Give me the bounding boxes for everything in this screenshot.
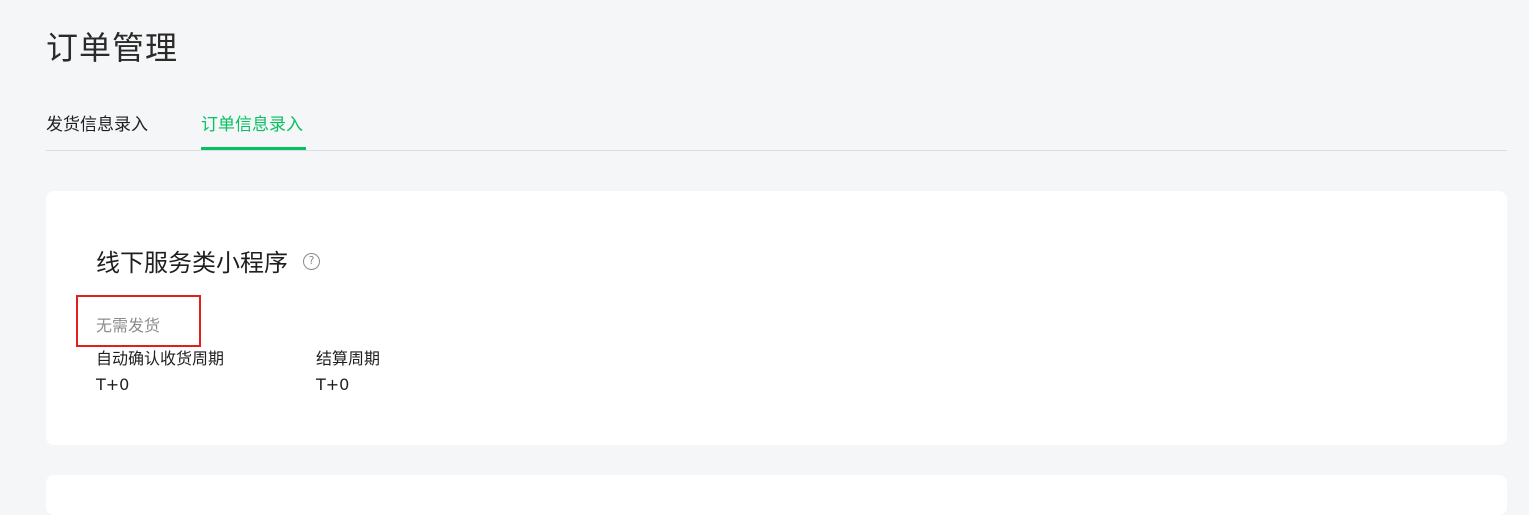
shipping-status-text: 无需发货 [96,316,161,335]
active-tab-underline [201,147,306,150]
tab-shipping-info-entry[interactable]: 发货信息录入 [46,113,148,137]
question-circle-icon[interactable]: ? [303,253,320,270]
card-title: 线下服务类小程序 [96,249,288,277]
page-title: 订单管理 [46,29,179,67]
tab-order-info-entry[interactable]: 订单信息录入 [201,113,303,137]
settlement-period-label: 结算周期 [316,349,381,368]
tab-bar: 发货信息录入 订单信息录入 [46,100,1507,151]
service-info-card: 线下服务类小程序 ? 无需发货 自动确认收货周期 T+0 结算周期 T+0 [46,191,1507,445]
auto-confirm-period-label: 自动确认收货周期 [96,349,225,368]
auto-confirm-period-value: T+0 [96,375,130,394]
settlement-period-value: T+0 [316,375,350,394]
next-card [46,475,1507,515]
